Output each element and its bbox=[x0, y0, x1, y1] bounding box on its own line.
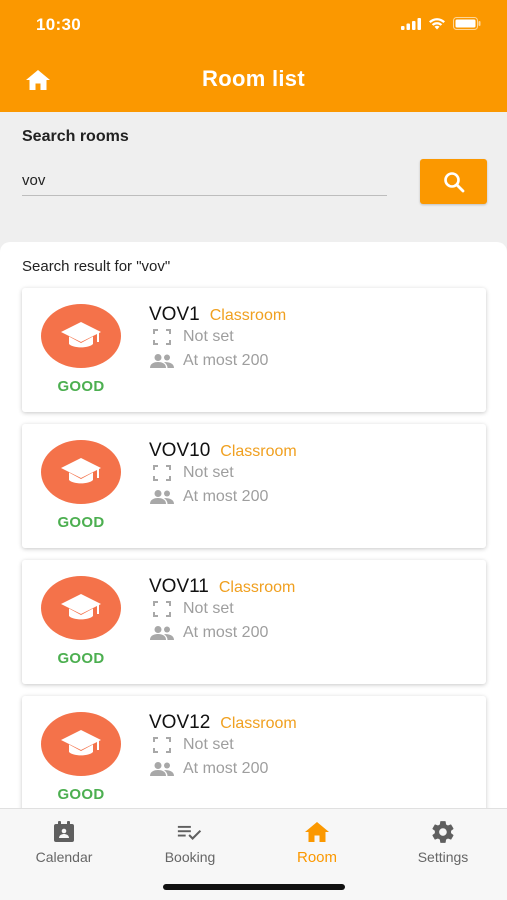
gear-icon bbox=[430, 819, 456, 845]
search-input[interactable] bbox=[22, 166, 387, 196]
room-size: Not set bbox=[183, 600, 234, 617]
booking-icon bbox=[177, 819, 203, 845]
search-button[interactable] bbox=[420, 159, 487, 204]
room-capacity-row: At most 200 bbox=[149, 624, 268, 642]
wifi-icon bbox=[429, 18, 445, 30]
room-name: VOV12 bbox=[149, 712, 211, 733]
room-size: Not set bbox=[183, 464, 234, 481]
room-card[interactable]: GOOD VOV11 Classroom Not set At most 200 bbox=[22, 560, 486, 684]
room-name-row: VOV12 Classroom bbox=[149, 712, 297, 734]
tab-booking[interactable]: Booking bbox=[127, 819, 253, 871]
room-status: GOOD bbox=[57, 514, 105, 531]
graduation-cap-icon bbox=[61, 458, 101, 484]
graduation-cap-icon bbox=[61, 594, 101, 620]
results-panel: Search result for "vov" GOOD VOV1 Classro… bbox=[0, 242, 507, 810]
graduation-cap-icon bbox=[61, 322, 101, 348]
tab-label: Calendar bbox=[35, 849, 93, 865]
room-capacity: At most 200 bbox=[183, 624, 269, 641]
expand-icon bbox=[149, 464, 175, 482]
room-card[interactable]: GOOD VOV12 Classroom Not set At most 200 bbox=[22, 696, 486, 810]
room-capacity-row: At most 200 bbox=[149, 352, 268, 370]
room-type: Classroom bbox=[218, 579, 296, 596]
title-bar: Room list bbox=[0, 56, 507, 104]
room-avatar bbox=[41, 440, 121, 504]
expand-icon bbox=[149, 600, 175, 618]
room-size-row: Not set bbox=[149, 600, 234, 618]
room-size-row: Not set bbox=[149, 736, 234, 754]
people-icon bbox=[149, 624, 175, 642]
room-capacity: At most 200 bbox=[183, 352, 269, 369]
room-name: VOV1 bbox=[149, 304, 200, 325]
room-avatar bbox=[41, 576, 121, 640]
home-icon bbox=[304, 819, 330, 845]
tab-calendar[interactable]: Calendar bbox=[1, 819, 127, 871]
tab-label: Settings bbox=[417, 849, 469, 865]
tab-settings[interactable]: Settings bbox=[380, 819, 506, 871]
page-title: Room list bbox=[202, 66, 305, 91]
room-type: Classroom bbox=[209, 307, 287, 324]
tab-room[interactable]: Room bbox=[254, 819, 380, 871]
room-name-row: VOV10 Classroom bbox=[149, 440, 297, 462]
graduation-cap-icon bbox=[61, 730, 101, 756]
room-status: GOOD bbox=[57, 650, 105, 667]
tab-label: Booking bbox=[164, 849, 216, 865]
room-size: Not set bbox=[183, 328, 234, 345]
people-icon bbox=[149, 488, 175, 506]
room-status: GOOD bbox=[57, 786, 105, 803]
room-status: GOOD bbox=[57, 378, 105, 395]
app-header: 10:30 Room list bbox=[0, 0, 507, 112]
room-size-row: Not set bbox=[149, 328, 234, 346]
room-card[interactable]: GOOD VOV10 Classroom Not set At most 200 bbox=[22, 424, 486, 548]
expand-icon bbox=[149, 328, 175, 346]
room-name-row: VOV1 Classroom bbox=[149, 304, 286, 326]
room-size: Not set bbox=[183, 736, 234, 753]
signal-icon bbox=[401, 17, 421, 30]
room-capacity: At most 200 bbox=[183, 488, 269, 505]
room-size-row: Not set bbox=[149, 464, 234, 482]
people-icon bbox=[149, 760, 175, 778]
room-capacity-row: At most 200 bbox=[149, 760, 268, 778]
tab-label: Room bbox=[296, 849, 337, 866]
room-type: Classroom bbox=[220, 443, 297, 460]
room-capacity: At most 200 bbox=[183, 760, 269, 777]
room-card[interactable]: GOOD VOV1 Classroom Not set At most 200 bbox=[22, 288, 486, 412]
room-name: VOV10 bbox=[149, 440, 211, 461]
people-icon bbox=[149, 352, 175, 370]
search-label: Search rooms bbox=[22, 128, 129, 145]
status-bar: 10:30 bbox=[0, 0, 507, 50]
expand-icon bbox=[149, 736, 175, 754]
search-section: Search rooms bbox=[0, 112, 507, 234]
room-avatar bbox=[41, 712, 121, 776]
status-icons bbox=[401, 17, 481, 30]
result-label: Search result for "vov" bbox=[22, 258, 171, 275]
room-capacity-row: At most 200 bbox=[149, 488, 268, 506]
room-type: Classroom bbox=[220, 715, 297, 732]
search-icon bbox=[443, 171, 464, 192]
home-indicator bbox=[163, 884, 345, 890]
battery-icon bbox=[453, 17, 481, 30]
room-name: VOV11 bbox=[149, 576, 209, 597]
room-avatar bbox=[41, 304, 121, 368]
room-name-row: VOV11 Classroom bbox=[149, 576, 295, 598]
status-time: 10:30 bbox=[36, 15, 81, 34]
calendar-icon bbox=[51, 819, 77, 845]
